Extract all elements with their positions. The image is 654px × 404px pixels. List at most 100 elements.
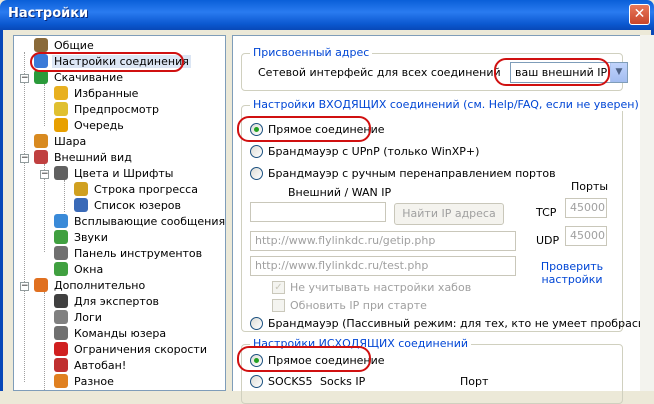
favorites-icon — [54, 86, 68, 100]
wan-ip-label: Внешний / WAN IP — [288, 186, 392, 199]
ignore-hubs-label: Не учитывать настройки хабов — [290, 281, 472, 294]
expand-toggle[interactable]: − — [20, 74, 29, 83]
tree-item[interactable]: Очередь — [54, 118, 126, 134]
tree-connector — [64, 180, 65, 212]
tcp-label: TCP — [536, 206, 557, 219]
tree-item[interactable]: Окна — [54, 262, 105, 278]
tree-item-label: Логи — [74, 311, 102, 324]
find-ip-button[interactable]: Найти IP адреса — [394, 203, 504, 225]
tree-item[interactable]: Дополнительно — [34, 278, 147, 294]
tree-item-label: Команды юзера — [74, 327, 167, 340]
incoming-upnp-radio[interactable] — [250, 145, 263, 158]
tree-item[interactable]: Скачивание — [34, 70, 125, 86]
udp-port-input[interactable]: 45000 — [565, 226, 607, 246]
tree-item[interactable]: Для экспертов — [54, 294, 161, 310]
tree-item-label: Дополнительно — [54, 279, 146, 292]
tree-item-label: Строка прогресса — [94, 183, 198, 196]
appearance-icon — [34, 150, 48, 164]
tree-item-label: Окна — [74, 263, 104, 276]
tree-item[interactable]: Список юзеров — [74, 198, 183, 214]
wan-ip-input[interactable] — [250, 202, 386, 222]
sounds-icon — [54, 230, 68, 244]
expand-toggle[interactable]: − — [40, 170, 49, 179]
getip-url-input[interactable]: http://www.flylinkdc.ru/getip.php — [250, 231, 516, 251]
tree-item[interactable]: Всплывающие сообщения — [54, 214, 226, 230]
progress-bar-icon — [74, 182, 88, 196]
incoming-manual-radio[interactable] — [250, 167, 263, 180]
tree-item[interactable]: Панель инструментов — [54, 246, 204, 262]
ports-label: Порты — [571, 180, 609, 193]
outgoing-socks-label: SOCKS5 — [268, 375, 313, 388]
title-bar: Настройки ✕ — [0, 0, 654, 30]
interface-combo-value: ваш внешний IP — [515, 66, 608, 79]
check-settings-link[interactable]: Проверить настройки — [532, 260, 612, 286]
socks-ip-label: Socks IP — [320, 375, 366, 388]
toolbar-icon — [54, 246, 68, 260]
tree-item[interactable]: Автобан! — [54, 358, 128, 374]
tree-item[interactable]: Звуки — [54, 230, 110, 246]
tree-item-label: Очередь — [74, 119, 124, 132]
tree-connector — [44, 292, 45, 390]
group-legend: Настройки ИСХОДЯЩИХ соединений — [250, 337, 471, 350]
tree-item[interactable]: Предпросмотр — [54, 102, 161, 118]
expand-toggle[interactable]: − — [20, 282, 29, 291]
update-ip-checkbox[interactable] — [272, 299, 285, 312]
tree-item[interactable]: Разное — [54, 374, 116, 390]
group-legend: Настройки ВХОДЯЩИХ соединений (см. Help/… — [250, 98, 642, 111]
tree-item[interactable]: Общие — [34, 38, 96, 54]
assigned-address-group: Присвоенный адрес Сетевой интерфейс для … — [241, 46, 628, 91]
tree-item-label: Скачивание — [54, 71, 124, 84]
tree-item-label: Разное — [74, 375, 114, 388]
outgoing-direct-radio[interactable] — [250, 354, 263, 367]
tree-item[interactable]: Ограничения скорости — [54, 342, 209, 358]
tree-item[interactable]: Избранные — [54, 86, 140, 102]
interface-label: Сетевой интерфейс для всех соединений — [258, 66, 501, 79]
close-button[interactable]: ✕ — [629, 4, 650, 25]
tree-item-label: Всплывающие сообщения — [74, 215, 226, 228]
expand-toggle[interactable]: − — [20, 154, 29, 163]
speed-limit-icon — [54, 342, 68, 356]
user-list-icon — [74, 198, 88, 212]
settings-tree[interactable]: − − − − Общие Настройки соединения Скачива… — [13, 35, 226, 391]
tree-item-label: Настройки соединения — [52, 55, 191, 68]
settings-panel: Присвоенный адрес Сетевой интерфейс для … — [232, 35, 654, 404]
incoming-group: Настройки ВХОДЯЩИХ соединений (см. Help/… — [241, 98, 654, 332]
tree-connector — [24, 52, 25, 382]
tree-item-label: Ограничения скорости — [74, 343, 207, 356]
incoming-manual-label: Брандмауэр с ручным перенаправлением пор… — [268, 167, 556, 180]
logs-icon — [54, 310, 68, 324]
windows-icon — [54, 262, 68, 276]
tree-item-label: Для экспертов — [74, 295, 160, 308]
tree-item[interactable]: Шара — [34, 134, 88, 150]
ignore-hubs-checkbox[interactable]: ✓ — [272, 281, 285, 294]
tree-item-label: Предпросмотр — [74, 103, 159, 116]
test-url-input[interactable]: http://www.flylinkdc.ru/test.php — [250, 256, 516, 276]
user-commands-icon — [54, 326, 68, 340]
tree-item[interactable]: Настройки соединения — [34, 54, 191, 70]
incoming-direct-radio[interactable] — [250, 123, 263, 136]
advanced-icon — [34, 278, 48, 292]
tree-item[interactable]: Команды юзера — [54, 326, 168, 342]
chevron-down-icon[interactable]: ▼ — [610, 63, 627, 82]
tree-item-label: Звуки — [74, 231, 108, 244]
tree-item-label: Шара — [54, 135, 87, 148]
tree-item-label: Общие — [54, 39, 94, 52]
experts-icon — [54, 294, 68, 308]
udp-label: UDP — [536, 234, 560, 247]
tcp-port-input[interactable]: 45000 — [565, 198, 607, 218]
tree-connector — [44, 84, 45, 126]
interface-combo[interactable]: ваш внешний IP ▼ — [510, 62, 628, 83]
tree-item[interactable]: Логи — [54, 310, 104, 326]
tree-item[interactable]: Строка прогресса — [74, 182, 200, 198]
tree-item-label: Панель инструментов — [74, 247, 203, 260]
share-icon — [34, 134, 48, 148]
outgoing-socks-radio[interactable] — [250, 375, 263, 388]
scrollbar[interactable] — [640, 35, 654, 391]
tree-item[interactable]: Внешний вид — [34, 150, 134, 166]
incoming-passive-radio[interactable] — [250, 317, 263, 330]
tree-item-label: Внешний вид — [54, 151, 132, 164]
tree-item-label: Избранные — [74, 87, 139, 100]
tree-item[interactable]: Цвета и Шрифты — [54, 166, 175, 182]
outgoing-group: Настройки ИСХОДЯЩИХ соединений Прямое со… — [241, 337, 623, 404]
connection-icon — [34, 54, 48, 68]
